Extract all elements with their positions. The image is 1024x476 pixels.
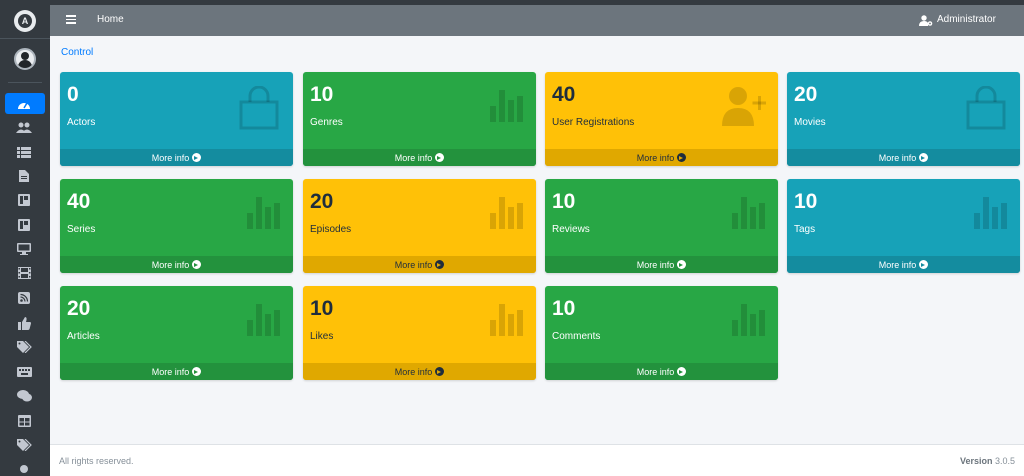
card-label: Movies (794, 117, 826, 128)
arrow-circle-right-icon (435, 153, 445, 162)
arrow-circle-right-icon (677, 367, 687, 376)
copyright-text: All rights reserved. (59, 456, 134, 466)
card-value: 20 (67, 297, 91, 320)
arrow-circle-right-icon (435, 367, 445, 376)
more-info-link[interactable]: More info (787, 149, 1020, 166)
brand-letter: A (18, 14, 32, 28)
small-box-genres: 10 Genres More info (303, 72, 536, 166)
small-box-articles: 20 Articles More info (60, 286, 293, 380)
nav-home-link[interactable]: Home (97, 14, 124, 25)
sidebar: A (0, 0, 50, 476)
card-label: Series (67, 224, 96, 235)
book-icon[interactable] (15, 218, 33, 232)
film-icon[interactable] (15, 266, 33, 280)
user-plus-icon (722, 87, 766, 126)
small-box-series: 40 Series More info (60, 179, 293, 273)
card-value: 0 (67, 83, 79, 106)
menu-toggle-icon[interactable] (66, 15, 76, 24)
sidebar-divider (0, 38, 50, 39)
bar-chart-icon (732, 197, 765, 229)
card-value: 10 (310, 83, 334, 106)
small-box-movies: 20 Movies More info (787, 72, 1020, 166)
more-info-link[interactable]: More info (60, 149, 293, 166)
more-info-link[interactable]: More info (545, 363, 778, 380)
more-info-link[interactable]: More info (303, 256, 536, 273)
card-value: 40 (552, 83, 576, 106)
card-label: Episodes (310, 224, 352, 235)
arrow-circle-right-icon (435, 260, 445, 269)
small-box-comments: 10 Comments More info (545, 286, 778, 380)
document-icon[interactable] (15, 169, 33, 183)
card-label: Articles (67, 331, 100, 342)
tags-icon[interactable] (15, 438, 33, 452)
arrow-circle-right-icon (919, 260, 929, 269)
thumbs-up-icon[interactable] (15, 316, 33, 330)
small-box-likes: 10 Likes More info (303, 286, 536, 380)
card-value: 10 (794, 190, 818, 213)
more-info-link[interactable]: More info (545, 256, 778, 273)
bar-chart-icon (490, 304, 523, 336)
arrow-circle-right-icon (192, 153, 202, 162)
users-icon[interactable] (15, 120, 33, 134)
small-box-actors: 0 Actors More info (60, 72, 293, 166)
card-value: 20 (794, 83, 818, 106)
arrow-circle-right-icon (192, 260, 202, 269)
more-info-link[interactable]: More info (545, 149, 778, 166)
sidebar-divider (8, 82, 42, 83)
more-info-link[interactable]: More info (60, 363, 293, 380)
card-value: 20 (310, 190, 334, 213)
card-label: Genres (310, 117, 343, 128)
card-label: Actors (67, 117, 96, 128)
comments-icon[interactable] (15, 389, 33, 403)
card-label: Tags (794, 224, 816, 235)
table-icon[interactable] (15, 414, 33, 428)
bar-chart-icon (974, 197, 1007, 229)
version-number: 3.0.5 (994, 456, 1015, 466)
card-label: User Registrations (552, 117, 635, 128)
bar-chart-icon (490, 90, 523, 122)
top-navbar: Home Administrator (50, 5, 1024, 36)
page-footer: All rights reserved. Version 3.0.5 (50, 444, 1024, 476)
desktop-icon[interactable] (15, 242, 33, 256)
book-icon[interactable] (15, 193, 33, 207)
bar-chart-icon (247, 197, 280, 229)
breadcrumb[interactable]: Control (61, 47, 93, 58)
brand-logo[interactable]: A (14, 10, 36, 32)
dashboard-icon[interactable] (15, 97, 33, 111)
rss-icon[interactable] (15, 291, 33, 305)
user-icon[interactable] (20, 465, 28, 473)
card-label: Comments (552, 331, 601, 342)
shopping-bag-icon (966, 86, 1006, 130)
more-info-link[interactable]: More info (787, 256, 1020, 273)
bar-chart-icon (490, 197, 523, 229)
version-label: Version (959, 456, 993, 466)
arrow-circle-right-icon (677, 260, 687, 269)
small-box-user-registrations: 40 User Registrations More info (545, 72, 778, 166)
arrow-circle-right-icon (677, 153, 687, 162)
more-info-link[interactable]: More info (60, 256, 293, 273)
keyboard-icon[interactable] (15, 365, 33, 379)
shopping-bag-icon (239, 86, 279, 130)
tags-icon[interactable] (15, 340, 33, 354)
card-label: Likes (310, 331, 334, 342)
card-value: 40 (67, 190, 91, 213)
arrow-circle-right-icon (919, 153, 929, 162)
user-menu[interactable]: Administrator (937, 14, 996, 25)
card-value: 10 (552, 190, 576, 213)
card-value: 10 (552, 297, 576, 320)
card-value: 10 (310, 297, 334, 320)
more-info-link[interactable]: More info (303, 149, 536, 166)
card-label: Reviews (552, 224, 590, 235)
arrow-circle-right-icon (192, 367, 202, 376)
bar-chart-icon (247, 304, 280, 336)
user-cog-icon (919, 15, 933, 26)
version-text: Version 3.0.5 (960, 456, 1015, 466)
more-info-link[interactable]: More info (303, 363, 536, 380)
small-box-episodes: 20 Episodes More info (303, 179, 536, 273)
bar-chart-icon (732, 304, 765, 336)
avatar[interactable] (14, 48, 36, 70)
small-box-reviews: 10 Reviews More info (545, 179, 778, 273)
list-icon[interactable] (15, 145, 33, 159)
small-box-tags: 10 Tags More info (787, 179, 1020, 273)
